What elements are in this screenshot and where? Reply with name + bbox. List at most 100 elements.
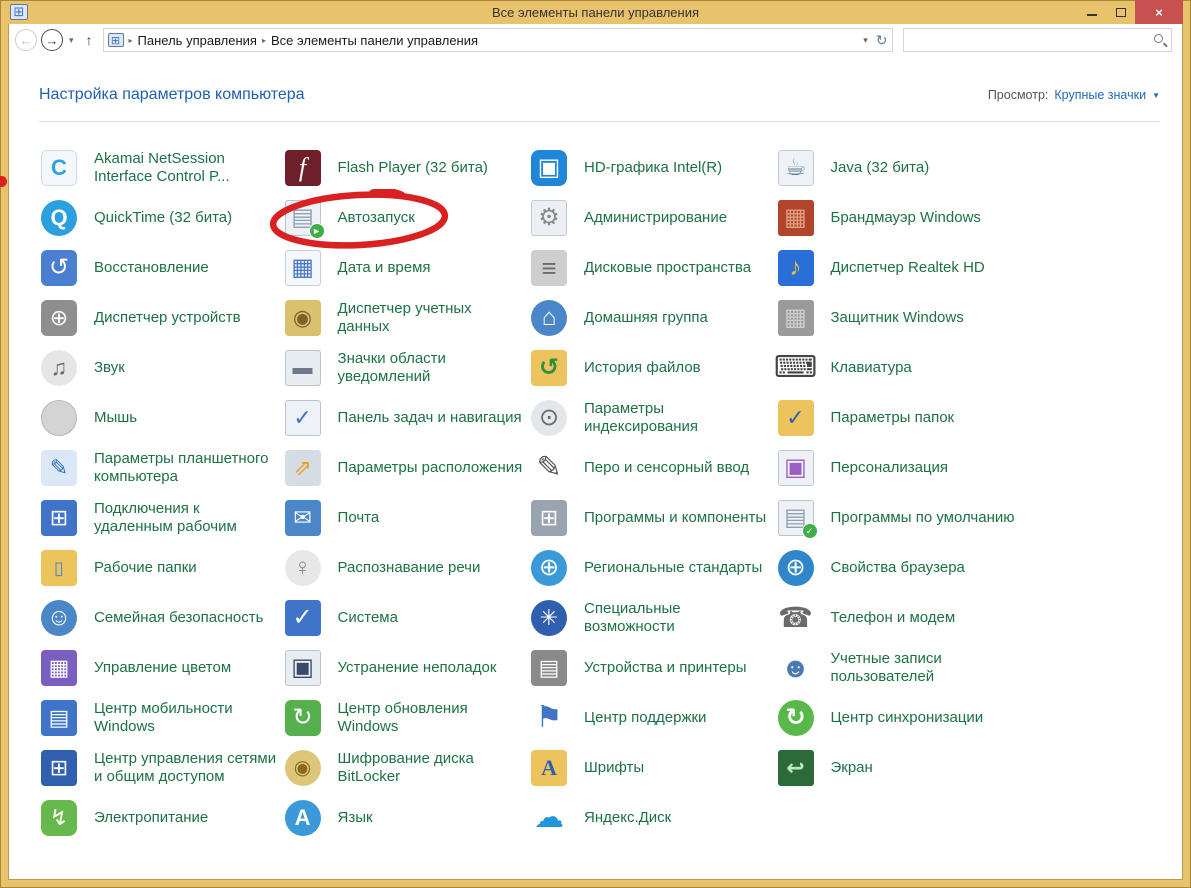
pen-touch-label: Перо и сенсорный ввод (584, 459, 749, 477)
forward-button[interactable]: → (41, 29, 63, 51)
item-sound[interactable]: ♫Звук (39, 343, 283, 393)
yandex-disk-icon: ☁ (529, 798, 569, 838)
item-ease-of-access[interactable]: ✳Специальные возможности (529, 593, 775, 643)
item-recovery[interactable]: ↺Восстановление (39, 243, 283, 293)
item-default-programs[interactable]: ▤✓Программы по умолчанию (776, 493, 1161, 543)
sound-icon: ♫ (39, 348, 79, 388)
item-language[interactable]: AЯзык (283, 793, 529, 843)
item-realtek-hd-manager[interactable]: ♪Диспетчер Realtek HD (776, 243, 1161, 293)
mouse-label: Мышь (94, 409, 137, 427)
breadcrumb-separator-icon: ▸ (262, 36, 266, 45)
flash-player-label: Flash Player (32 бита) (338, 159, 488, 177)
window-title: Все элементы панели управления (8, 5, 1183, 20)
internet-options-icon: ⊕ (776, 548, 816, 588)
akamai-netsession-icon: C (39, 148, 79, 188)
item-user-accounts[interactable]: ☻Учетные записи пользователей (776, 643, 1161, 693)
item-remote-connections[interactable]: ⊞ Подключения к удаленным рабочим (39, 493, 283, 543)
item-display[interactable]: ↩Экран (776, 743, 1161, 793)
bitlocker-icon: ◉ (283, 748, 323, 788)
breadcrumb-item-control-panel[interactable]: Панель управления (138, 33, 257, 48)
date-time-label: Дата и время (338, 259, 431, 277)
search-box[interactable] (903, 28, 1172, 52)
item-sync-center[interactable]: ↻Центр синхронизации (776, 693, 1161, 743)
maximize-button[interactable] (1106, 0, 1135, 24)
item-mobility-center[interactable]: ▤Центр мобильности Windows (39, 693, 283, 743)
sync-center-label: Центр синхронизации (831, 709, 984, 727)
programs-features-label: Программы и компоненты (584, 509, 766, 527)
item-flash-player[interactable]: fFlash Player (32 бита) (283, 143, 529, 193)
item-folder-options[interactable]: ✓Параметры папок (776, 393, 1161, 443)
item-indexing-options[interactable]: ⊙Параметры индексирования (529, 393, 775, 443)
work-folders-label: Рабочие папки (94, 559, 197, 577)
item-homegroup[interactable]: ⌂Домашняя группа (529, 293, 775, 343)
item-windows-firewall[interactable]: ▦Брандмауэр Windows (776, 193, 1161, 243)
item-date-time[interactable]: ▦Дата и время (283, 243, 529, 293)
item-pen-touch[interactable]: ✎Перо и сенсорный ввод (529, 443, 775, 493)
item-device-manager[interactable]: ⊕Диспетчер устройств (39, 293, 283, 343)
item-autoplay[interactable]: ▤►Автозапуск (283, 193, 529, 243)
mouse-icon (39, 398, 79, 438)
recent-pages-dropdown[interactable]: ▾ (67, 35, 76, 46)
remote-connections-label: Подключения к удаленным рабочим (94, 500, 280, 536)
item-location-settings[interactable]: ⇗Параметры расположения (283, 443, 529, 493)
minimize-button[interactable] (1077, 0, 1106, 24)
item-work-folders[interactable]: ▯ Рабочие папки (39, 543, 283, 593)
item-intel-hd-graphics[interactable]: ▣HD-графика Intel(R) (529, 143, 775, 193)
item-tablet-pc-settings[interactable]: ✎Параметры планшетного компьютера (39, 443, 283, 493)
item-java[interactable]: ☕Java (32 бита) (776, 143, 1161, 193)
close-button[interactable]: × (1135, 0, 1183, 24)
up-button[interactable]: ↑ (80, 32, 99, 48)
item-storage-spaces[interactable]: ≡Дисковые пространства (529, 243, 775, 293)
refresh-icon[interactable]: ↻ (876, 32, 888, 49)
item-fonts[interactable]: AШрифты (529, 743, 775, 793)
item-system[interactable]: ✓Система (283, 593, 529, 643)
item-taskbar-navigation[interactable]: ✓Панель задач и навигация (283, 393, 529, 443)
item-mouse[interactable]: Мышь (39, 393, 283, 443)
item-yandex-disk[interactable]: ☁Яндекс.Диск (529, 793, 775, 843)
action-center-label: Центр поддержки (584, 709, 706, 727)
item-color-management[interactable]: ▦Управление цветом (39, 643, 283, 693)
item-power-options[interactable]: ↯Электропитание (39, 793, 283, 843)
search-input[interactable] (904, 29, 1171, 51)
item-speech-recognition[interactable]: ♀Распознавание речи (283, 543, 529, 593)
item-file-history[interactable]: ↺История файлов (529, 343, 775, 393)
quicktime-label: QuickTime (32 бита) (94, 209, 232, 227)
item-family-safety[interactable]: ☺Семейная безопасность (39, 593, 283, 643)
breadcrumb-item-all-items[interactable]: Все элементы панели управления (271, 33, 478, 48)
item-keyboard[interactable]: ⌨Клавиатура (776, 343, 1161, 393)
item-windows-update[interactable]: ↻Центр обновления Windows (283, 693, 529, 743)
item-quicktime[interactable]: QQuickTime (32 бита) (39, 193, 283, 243)
item-programs-features[interactable]: ⊞Программы и компоненты (529, 493, 775, 543)
storage-spaces-label: Дисковые пространства (584, 259, 751, 277)
item-administrative-tools[interactable]: ⚙Администрирование (529, 193, 775, 243)
address-dropdown-icon[interactable]: ▾ (863, 35, 868, 46)
remote-connections-icon: ⊞ (39, 498, 79, 538)
item-regional-standards[interactable]: ⊕Региональные стандарты (529, 543, 775, 593)
view-value[interactable]: Крупные значки (1054, 88, 1146, 102)
item-internet-options[interactable]: ⊕Свойства браузера (776, 543, 1161, 593)
item-bitlocker[interactable]: ◉Шифрование диска BitLocker (283, 743, 529, 793)
family-safety-icon: ☺ (39, 598, 79, 638)
item-notification-area-icons[interactable]: ▬Значки области уведомлений (283, 343, 529, 393)
item-phone-modem[interactable]: ☎Телефон и модем (776, 593, 1161, 643)
location-settings-icon: ⇗ (283, 448, 323, 488)
item-windows-defender[interactable]: ▦Защитник Windows (776, 293, 1161, 343)
item-akamai-netsession[interactable]: CAkamai NetSession Interface Control P..… (39, 143, 283, 193)
view-selector[interactable]: Просмотр: Крупные значки ▼ (988, 88, 1160, 102)
work-folders-icon: ▯ (39, 548, 79, 588)
minimize-icon (1087, 14, 1097, 16)
devices-printers-icon: ▤ (529, 648, 569, 688)
breadcrumb[interactable]: ⊞ ▸ Панель управления ▸ Все элементы пан… (103, 28, 893, 52)
back-button[interactable]: ← (15, 29, 37, 51)
power-options-icon: ↯ (39, 798, 79, 838)
java-icon: ☕ (776, 148, 816, 188)
item-devices-printers[interactable]: ▤Устройства и принтеры (529, 643, 775, 693)
item-action-center[interactable]: ⚑Центр поддержки (529, 693, 775, 743)
item-credential-manager[interactable]: ◉Диспетчер учетных данных (283, 293, 529, 343)
item-mail[interactable]: ✉Почта (283, 493, 529, 543)
item-network-sharing-center[interactable]: ⊞Центр управления сетями и общим доступо… (39, 743, 283, 793)
item-troubleshooting[interactable]: ▣Устранение неполадок (283, 643, 529, 693)
system-label: Система (338, 609, 398, 627)
item-personalization[interactable]: ▣Персонализация (776, 443, 1161, 493)
network-sharing-center-label: Центр управления сетями и общим доступом (94, 750, 280, 786)
